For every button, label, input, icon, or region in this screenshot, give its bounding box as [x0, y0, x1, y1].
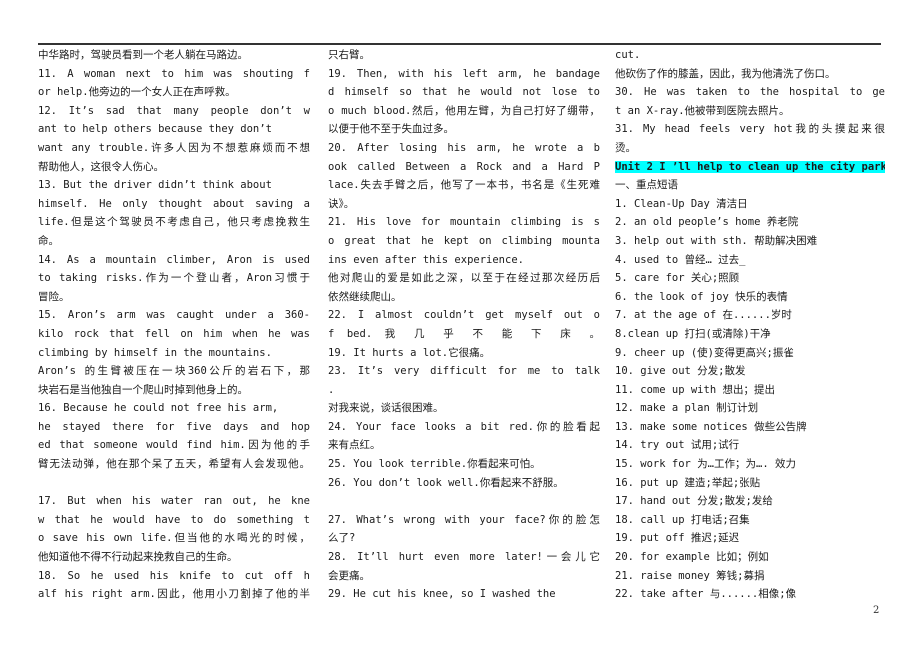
- text-line: 23. It’s very difficult for me to talk: [328, 365, 600, 378]
- text-line: 块岩石是当他独自一个爬山时掉到他身上的。: [38, 383, 248, 396]
- text-line: 18. So he used his knife to cut off h: [38, 569, 310, 582]
- text-line: 2. an old people’s home 养老院: [615, 216, 799, 229]
- text-line: 5. care for 关心;照顾: [615, 272, 740, 285]
- text-line: 24. Your face looks a bit red.你的脸看起: [328, 420, 600, 433]
- text-line: .: [328, 383, 335, 396]
- text-line: 15. work for 为…工作；为…. 效力: [615, 458, 796, 471]
- text-line: cut.: [615, 49, 641, 61]
- text-line: t an X-ray.他被带到医院去照片。: [615, 104, 790, 117]
- text-line: 他知道他不得不行动起来挽救自己的生命。: [38, 551, 238, 564]
- text-line: 19. put off 推迟;延迟: [615, 532, 740, 545]
- text-line: 16. Because he could not free his arm,: [38, 402, 279, 415]
- text-line: 9. cheer up (使)变得更高兴;振雀: [615, 346, 794, 359]
- text-line: 3. help out with sth. 帮助解决困难: [615, 234, 818, 247]
- text-line: 对我来说，谈话很困难。: [328, 402, 444, 415]
- text-line: 7. at the age of 在......岁时: [615, 309, 792, 322]
- text-line: 冒险。: [38, 290, 70, 303]
- text-line: 29. He cut his knee, so I washed the: [328, 588, 556, 601]
- text-line: 中华路时，驾驶员看到一个老人躺在马路边。: [38, 49, 248, 61]
- text-line: to taking risks.作为一个登山者，Aron习惯于: [38, 272, 310, 285]
- text-line: d himself so that he would not lose to: [328, 86, 600, 99]
- text-line: climbing by himself in the mountains.: [38, 346, 272, 359]
- text-line: 烫。: [615, 141, 636, 154]
- text-line: 帮助他人，这很令人伤心。: [38, 160, 164, 173]
- text-line: 21. raise money 筹钱;募捐: [615, 569, 765, 582]
- text-line: 14. As a mountain climber, Aron is used: [38, 253, 310, 266]
- header-rule: [38, 43, 881, 45]
- text-line: 一、重点短语: [615, 179, 678, 192]
- text-line: 31. My head feels very hot我的头摸起来很: [615, 123, 885, 136]
- text-line: 10. give out 分发;散发: [615, 365, 746, 378]
- text-line: 22. I almost couldn’t get myself out o: [328, 309, 600, 322]
- text-line: 15. Aron’s arm was caught under a 360-: [38, 309, 310, 322]
- text-line: 21. His love for mountain climbing is s: [328, 216, 600, 229]
- text-line: 17. But when his water ran out, he kne: [38, 495, 310, 508]
- text-line: himself. He only thought about saving a: [38, 197, 310, 210]
- column-middle: 只右臂。 19. Then, with his left arm, he band…: [328, 46, 600, 604]
- text-line: kilo rock that fell on him when he was: [38, 327, 310, 340]
- text-line: f bed. 我 几 乎 不 能 下 床 。: [328, 327, 600, 340]
- text-line: 11. come up with 想出；提出: [615, 383, 775, 396]
- text-line: 17. hand out 分发;散发;发给: [615, 495, 773, 508]
- text-line: 11. A woman next to him was shouting f: [38, 67, 310, 80]
- text-line: 4. used to 曾经… 过去_: [615, 253, 746, 266]
- text-line: 会更痛。: [328, 569, 370, 582]
- text-line: 14. try out 试用;试行: [615, 439, 740, 452]
- text-line: 么了?: [328, 532, 356, 545]
- text-line: 他对爬山的爱是如此之深，以至于在经过那次经历后: [328, 272, 600, 285]
- text-line: o save his own life.但当他的水喝光的时候，: [38, 532, 310, 545]
- text-line: 22. take after 与......相像;像: [615, 588, 797, 601]
- text-line: 12. It’s sad that many people don’t w: [38, 104, 310, 117]
- text-line: alf his right arm.因此，他用小刀割掉了他的半: [38, 588, 310, 601]
- text-line: 13. make some notices 做些公告牌: [615, 420, 807, 433]
- text-line: 诀》。: [328, 197, 355, 210]
- text-line: he stayed there for five days and hop: [38, 420, 310, 433]
- text-line: 依然继续爬山。: [328, 290, 402, 303]
- text-line: ins even after this experience.: [328, 253, 524, 266]
- unit-heading-highlight: Unit 2 I ’ll help to clean up the city p…: [615, 160, 885, 173]
- text-line: 30. He was taken to the hospital to ge: [615, 86, 885, 99]
- text-line: o great that he kept on climbing mounta: [328, 234, 600, 247]
- text-line: 他砍伤了作的膝盖，因此，我为他清洗了伤口。: [615, 67, 836, 80]
- text-line: 20. for example 比如；例如: [615, 551, 769, 564]
- text-line: 来有点红。: [328, 439, 381, 452]
- unit-heading: Unit 2 I ’ll help to clean up the city p…: [615, 158, 885, 177]
- text-line: 20. After losing his arm, he wrote a b: [328, 141, 600, 154]
- text-line: 13. But the driver didn’t think about: [38, 179, 272, 192]
- text-line: ook called Between a Rock and a Hard P: [328, 160, 600, 173]
- text-line: w that he would have to do something t: [38, 513, 310, 526]
- text-line: 8.clean up 打扫(或清除)干净: [615, 327, 771, 340]
- text-line: 19. Then, with his left arm, he bandage: [328, 67, 600, 80]
- text-line: 只右臂。: [328, 49, 370, 61]
- column-right: cut. 他砍伤了作的膝盖，因此，我为他清洗了伤口。 30. He was take…: [615, 46, 885, 604]
- text-line: 以便于他不至于失血过多。: [328, 123, 454, 136]
- text-line: 27. What’s wrong with your face?你的脸怎: [328, 513, 600, 526]
- text-line: 19. It hurts a lot.它很痛。: [328, 346, 491, 359]
- text-line: life.但是这个驾驶员不考虑自己，他只考虑挽救生: [38, 216, 310, 229]
- page-number: 2: [873, 605, 880, 616]
- text-line: want any trouble.许多人因为不想惹麻烦而不想: [38, 141, 310, 154]
- text-line: 26. You don’t look well.你看起来不舒服。: [328, 476, 564, 489]
- text-line: 12. make a plan 制订计划: [615, 402, 759, 415]
- text-line: Aron’s 的生臂被压在一块360公斤的岩石下，那: [38, 365, 310, 378]
- text-line: ed that someone would find him.因为他的手: [38, 439, 310, 452]
- text-line: lace.失去手臂之后，他写了一本书，书名是《生死难: [328, 179, 600, 192]
- text-line: 1. Clean-Up Day 清洁日: [615, 197, 748, 210]
- text-line: 命。: [38, 234, 59, 247]
- text-line: ant to help others because they don’t: [38, 123, 272, 136]
- text-line: 28. It’ll hurt even more later!一会儿它: [328, 551, 600, 564]
- column-left: 中华路时，驾驶员看到一个老人躺在马路边。 11. A woman next to …: [38, 46, 310, 604]
- text-line: 16. put up 建造;举起;张贴: [615, 476, 761, 489]
- text-line: 18. call up 打电话;召集: [615, 513, 750, 526]
- text-line: 臂无法动弹，他在那个呆了五天，希望有人会发现他。: [38, 458, 310, 471]
- text-line: or help.他旁边的一个女人正在声呼救。: [38, 86, 236, 99]
- text-line: 6. the look of joy 快乐的表情: [615, 290, 788, 303]
- text-line: o much blood.然后，他用左臂，为自己打好了绷带，: [328, 104, 600, 117]
- text-line: 25. You look terrible.你看起来可怕。: [328, 458, 541, 471]
